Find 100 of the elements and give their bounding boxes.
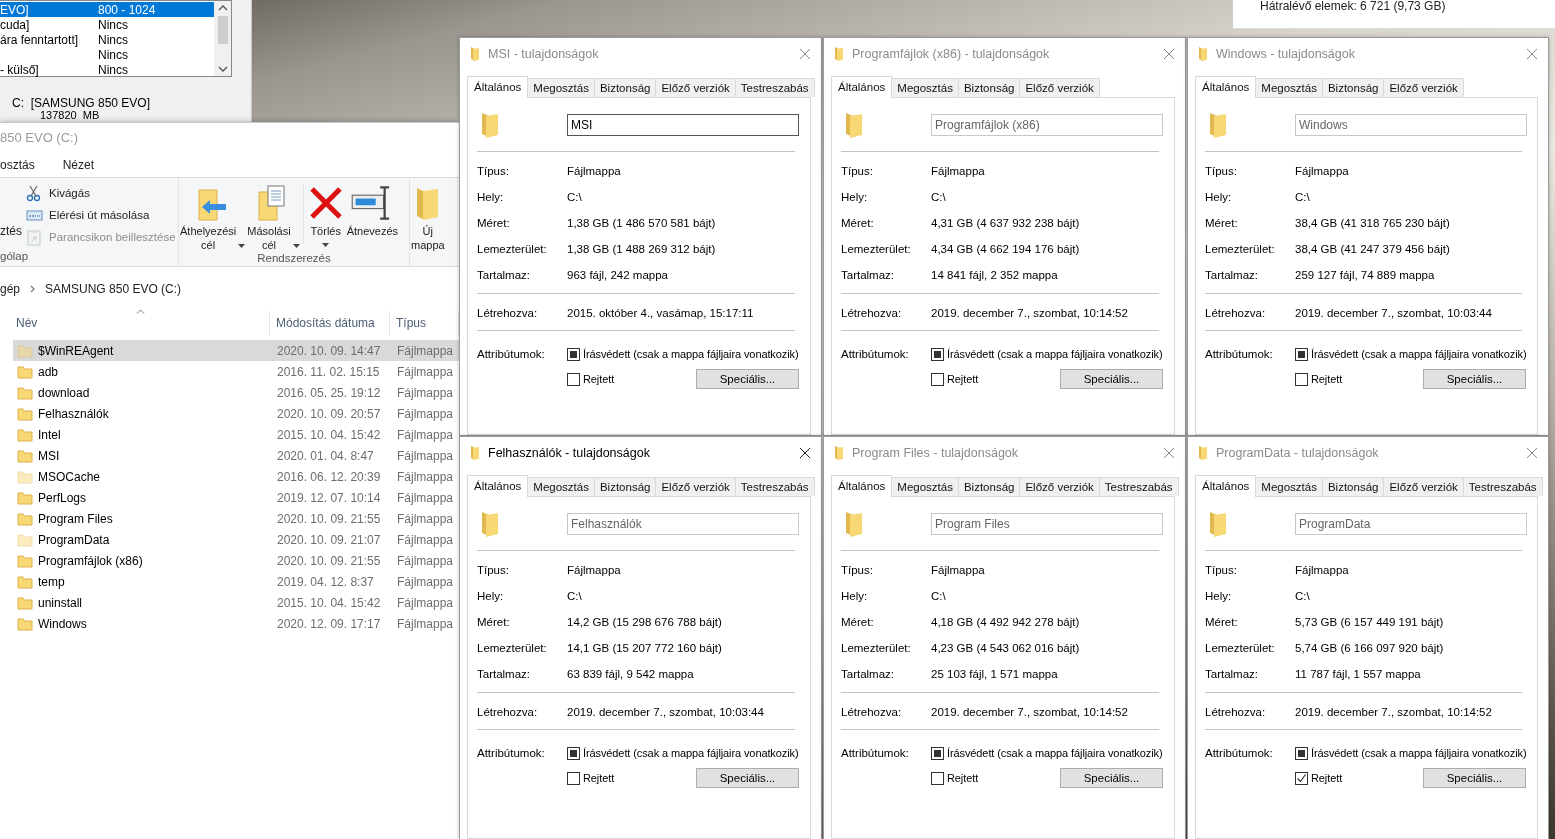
list-row[interactable]: EVO] 800 - 1024: [0, 2, 214, 17]
scrollbar-thumb[interactable]: [217, 16, 228, 44]
property-label: Méret:: [841, 616, 875, 628]
property-value: 14 841 fájl, 2 352 mappa: [931, 269, 1058, 281]
list-row[interactable]: - külső] Nincs: [0, 62, 214, 77]
ribbon-button[interactable]: Áthelyezési cél: [179, 184, 247, 252]
tab[interactable]: Testreszabás: [1098, 477, 1179, 496]
tab[interactable]: Előző verziók: [655, 477, 736, 496]
ribbon-tab[interactable]: Nézet: [62, 158, 95, 172]
file-name: Programfájlok (x86): [38, 553, 143, 568]
tab[interactable]: Megosztás: [891, 78, 959, 97]
file-row[interactable]: $WinREAgent 2020. 10. 09. 14:47 Fájlmappa: [13, 340, 459, 361]
advanced-button[interactable]: Speciális...: [696, 768, 799, 788]
name-field[interactable]: Program Files: [931, 512, 1163, 535]
name-field[interactable]: Programfájlok (x86): [931, 113, 1163, 136]
tab[interactable]: Általános: [831, 76, 893, 98]
checkbox[interactable]: [1295, 347, 1308, 361]
tab[interactable]: Általános: [467, 76, 529, 98]
advanced-button[interactable]: Speciális...: [1060, 369, 1163, 389]
column-header[interactable]: Módosítás dátuma: [270, 311, 390, 335]
tab[interactable]: Általános: [831, 475, 893, 497]
list-row[interactable]: cuda] Nincs: [0, 17, 214, 32]
ribbon-button[interactable]: Elérési út másolása: [26, 206, 176, 224]
property-label: Lemezterület:: [841, 243, 912, 255]
name-field[interactable]: Felhasználók: [567, 512, 799, 535]
ribbon-button[interactable]: Másolási cél: [246, 184, 301, 252]
ribbon-tab[interactable]: osztás: [0, 158, 35, 172]
tab[interactable]: Biztonság: [957, 78, 1021, 97]
tab[interactable]: Előző verziók: [655, 78, 736, 97]
ribbon-button[interactable]: Kivágás: [26, 184, 176, 202]
file-type: Fájlmappa: [396, 553, 455, 568]
list-row[interactable]: Nincs: [0, 47, 214, 62]
tab[interactable]: Előző verziók: [1383, 78, 1464, 97]
list-row[interactable]: ára fenntartott] Nincs: [0, 32, 214, 47]
tab[interactable]: Megosztás: [527, 477, 595, 496]
chevron-down-icon[interactable]: [217, 65, 228, 73]
file-row[interactable]: Intel 2015. 10. 04. 15:42 Fájlmappa: [13, 424, 459, 445]
file-row[interactable]: temp 2019. 04. 12. 8:37 Fájlmappa: [13, 571, 459, 592]
tab[interactable]: Megosztás: [527, 78, 595, 97]
tab[interactable]: Előző verziók: [1019, 78, 1100, 97]
checkbox[interactable]: [931, 347, 944, 361]
checkbox[interactable]: [931, 771, 944, 785]
drive-size: 137820 MB: [40, 109, 100, 121]
tab[interactable]: Biztonság: [593, 78, 657, 97]
tab[interactable]: Általános: [1195, 475, 1257, 497]
tab[interactable]: Általános: [467, 475, 529, 497]
close-icon[interactable]: [799, 446, 811, 459]
advanced-button[interactable]: Speciális...: [1423, 768, 1526, 788]
file-row[interactable]: Windows 2020. 12. 09. 17:17 Fájlmappa: [13, 613, 459, 634]
tab[interactable]: Megosztás: [891, 477, 959, 496]
property-value: 2019. december 7., szombat, 10:14:52: [931, 307, 1128, 319]
advanced-button[interactable]: Speciális...: [1060, 768, 1163, 788]
chevron-up-icon[interactable]: [217, 4, 228, 12]
file-row[interactable]: MSI 2020. 01. 04. 8:47 Fájlmappa: [13, 445, 459, 466]
checkbox-label: Írásvédett (csak a mappa fájljaira vonatkozik): [1311, 348, 1527, 360]
tab[interactable]: Biztonság: [957, 477, 1021, 496]
modified-date: 2019. 04. 12. 8:37: [276, 574, 375, 589]
checkbox[interactable]: [931, 372, 944, 386]
name-field[interactable]: ProgramData: [1295, 512, 1527, 535]
window-title: 850 EVO (C:): [0, 129, 80, 147]
ribbon-button[interactable]: Átnevezés: [345, 184, 400, 238]
column-header[interactable]: Név: [0, 311, 270, 335]
checkbox[interactable]: [1295, 372, 1308, 386]
checkbox[interactable]: [567, 771, 580, 785]
file-row[interactable]: ProgramData 2020. 10. 09. 21:07 Fájlmappa: [13, 529, 459, 550]
file-row[interactable]: PerfLogs 2019. 12. 07. 10:14 Fájlmappa: [13, 487, 459, 508]
tab[interactable]: Testreszabás: [1462, 477, 1543, 496]
file-row[interactable]: adb 2016. 11. 02. 15:15 Fájlmappa: [13, 361, 459, 382]
checkbox[interactable]: [1295, 771, 1308, 785]
tab[interactable]: Megosztás: [1255, 477, 1323, 496]
ribbon-button[interactable]: ztés: [0, 184, 22, 238]
checkbox[interactable]: [1295, 746, 1308, 760]
advanced-button[interactable]: Speciális...: [1423, 369, 1526, 389]
scrollbar[interactable]: [214, 1, 231, 76]
tab[interactable]: Megosztás: [1255, 78, 1323, 97]
tab[interactable]: Testreszabás: [734, 477, 815, 496]
tab[interactable]: Általános: [1195, 76, 1257, 98]
file-row[interactable]: MSOCache 2016. 06. 12. 20:39 Fájlmappa: [13, 466, 459, 487]
breadcrumb[interactable]: gép: [0, 282, 21, 296]
tab[interactable]: Biztonság: [1321, 78, 1385, 97]
checkbox[interactable]: [567, 746, 580, 760]
checkbox[interactable]: [567, 372, 580, 386]
tab[interactable]: Előző verziók: [1019, 477, 1100, 496]
checkbox[interactable]: [567, 347, 580, 361]
checkbox[interactable]: [931, 746, 944, 760]
file-row[interactable]: Felhasználók 2020. 10. 09. 20:57 Fájlmappa: [13, 403, 459, 424]
delete-button[interactable]: Törlés: [305, 184, 346, 251]
tab[interactable]: Biztonság: [593, 477, 657, 496]
advanced-button[interactable]: Speciális...: [696, 369, 799, 389]
file-row[interactable]: Program Files 2020. 10. 09. 21:55 Fájlmappa: [13, 508, 459, 529]
name-field[interactable]: Windows: [1295, 113, 1527, 136]
tab[interactable]: Biztonság: [1321, 477, 1385, 496]
file-row[interactable]: download 2016. 05. 25. 19:12 Fájlmappa: [13, 382, 459, 403]
breadcrumb[interactable]: SAMSUNG 850 EVO (C:): [45, 282, 182, 296]
tab[interactable]: Testreszabás: [734, 78, 815, 97]
name-field[interactable]: MSI: [567, 113, 799, 136]
file-row[interactable]: uninstall 2015. 10. 04. 15:42 Fájlmappa: [13, 592, 459, 613]
file-row[interactable]: Programfájlok (x86) 2020. 10. 09. 21:55 Fájlmappa: [13, 550, 459, 571]
tab[interactable]: Előző verziók: [1383, 477, 1464, 496]
ribbon-button[interactable]: Új mappa: [410, 184, 446, 252]
